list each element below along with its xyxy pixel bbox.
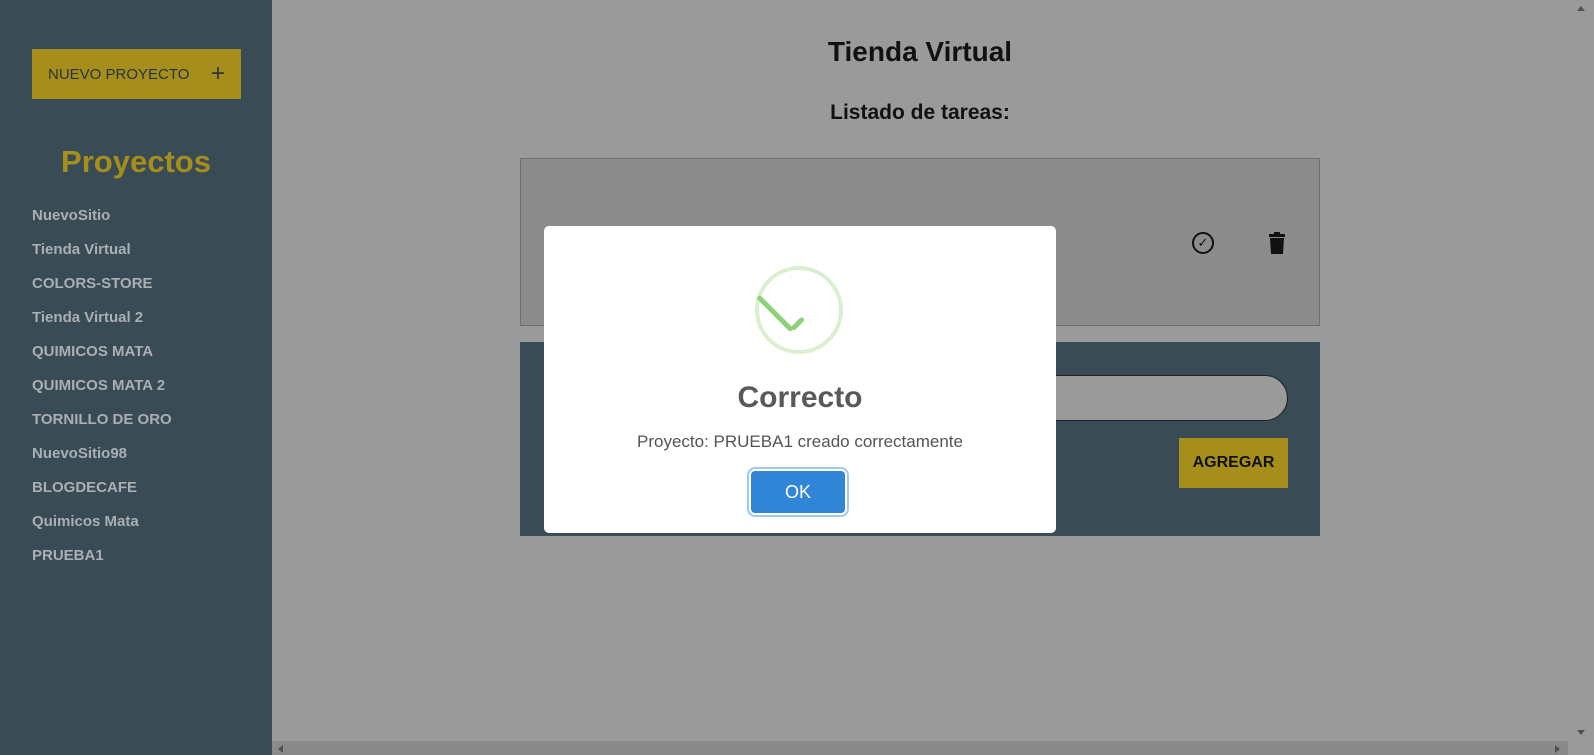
success-dialog: Correcto Proyecto: PRUEBA1 creado correc…: [544, 226, 1056, 533]
project-link-quimicos-mata[interactable]: QUIMICOS MATA: [32, 343, 153, 360]
project-link-tornillo-de-oro[interactable]: TORNILLO DE ORO: [32, 411, 172, 428]
project-link-colors-store[interactable]: COLORS-STORE: [32, 275, 153, 292]
project-item: BLOGDECAFE: [32, 477, 172, 511]
project-item: QUIMICOS MATA 2: [32, 375, 172, 409]
project-item: QUIMICOS MATA: [32, 341, 172, 375]
projects-title: Proyectos: [61, 144, 211, 179]
project-item: TORNILLO DE ORO: [32, 409, 172, 443]
new-project-button[interactable]: NUEVO PROYECTO +: [32, 49, 241, 99]
task-list-heading: Listado de tareas:: [830, 101, 1010, 124]
project-link-tienda-virtual[interactable]: Tienda Virtual: [32, 241, 131, 258]
horizontal-scrollbar[interactable]: [272, 741, 1568, 755]
project-item: PRUEBA1: [32, 545, 172, 579]
dialog-title: Correcto: [737, 381, 863, 414]
project-link-blogdecafe[interactable]: BLOGDECAFE: [32, 479, 137, 496]
dialog-message: Proyecto: PRUEBA1 creado correctamente: [637, 432, 963, 451]
project-item: Quimicos Mata: [32, 511, 172, 545]
project-item: Tienda Virtual 2: [32, 307, 172, 341]
project-item: COLORS-STORE: [32, 273, 172, 307]
project-link-nuevositio98[interactable]: NuevoSitio98: [32, 445, 127, 462]
project-item: Tienda Virtual: [32, 239, 172, 273]
project-item: NuevoSitio: [32, 205, 172, 239]
scroll-right-icon[interactable]: [1555, 745, 1560, 753]
ok-button[interactable]: OK: [751, 471, 845, 513]
add-task-button[interactable]: AGREGAR: [1179, 438, 1288, 488]
complete-task-icon[interactable]: ✓: [1192, 232, 1214, 254]
scroll-down-icon[interactable]: [1577, 730, 1585, 735]
project-link-quimicos-mata-lower[interactable]: Quimicos Mata: [32, 513, 139, 530]
project-list: NuevoSitio Tienda Virtual COLORS-STORE T…: [32, 205, 172, 579]
page-title: Tienda Virtual: [827, 36, 1013, 67]
project-link-prueba1[interactable]: PRUEBA1: [32, 547, 104, 564]
new-project-label: NUEVO PROYECTO: [48, 65, 190, 83]
project-link-tienda-virtual-2[interactable]: Tienda Virtual 2: [32, 309, 143, 326]
plus-icon: +: [210, 60, 225, 87]
project-link-nuevositio[interactable]: NuevoSitio: [32, 207, 110, 224]
scroll-up-icon[interactable]: [1577, 6, 1585, 11]
project-item: NuevoSitio98: [32, 443, 172, 477]
scroll-left-icon[interactable]: [278, 745, 283, 753]
sidebar: NUEVO PROYECTO + Proyectos NuevoSitio Ti…: [0, 0, 272, 755]
project-link-quimicos-mata-2[interactable]: QUIMICOS MATA 2: [32, 377, 165, 394]
vertical-scrollbar[interactable]: [1568, 0, 1594, 755]
delete-task-icon[interactable]: [1267, 232, 1287, 254]
